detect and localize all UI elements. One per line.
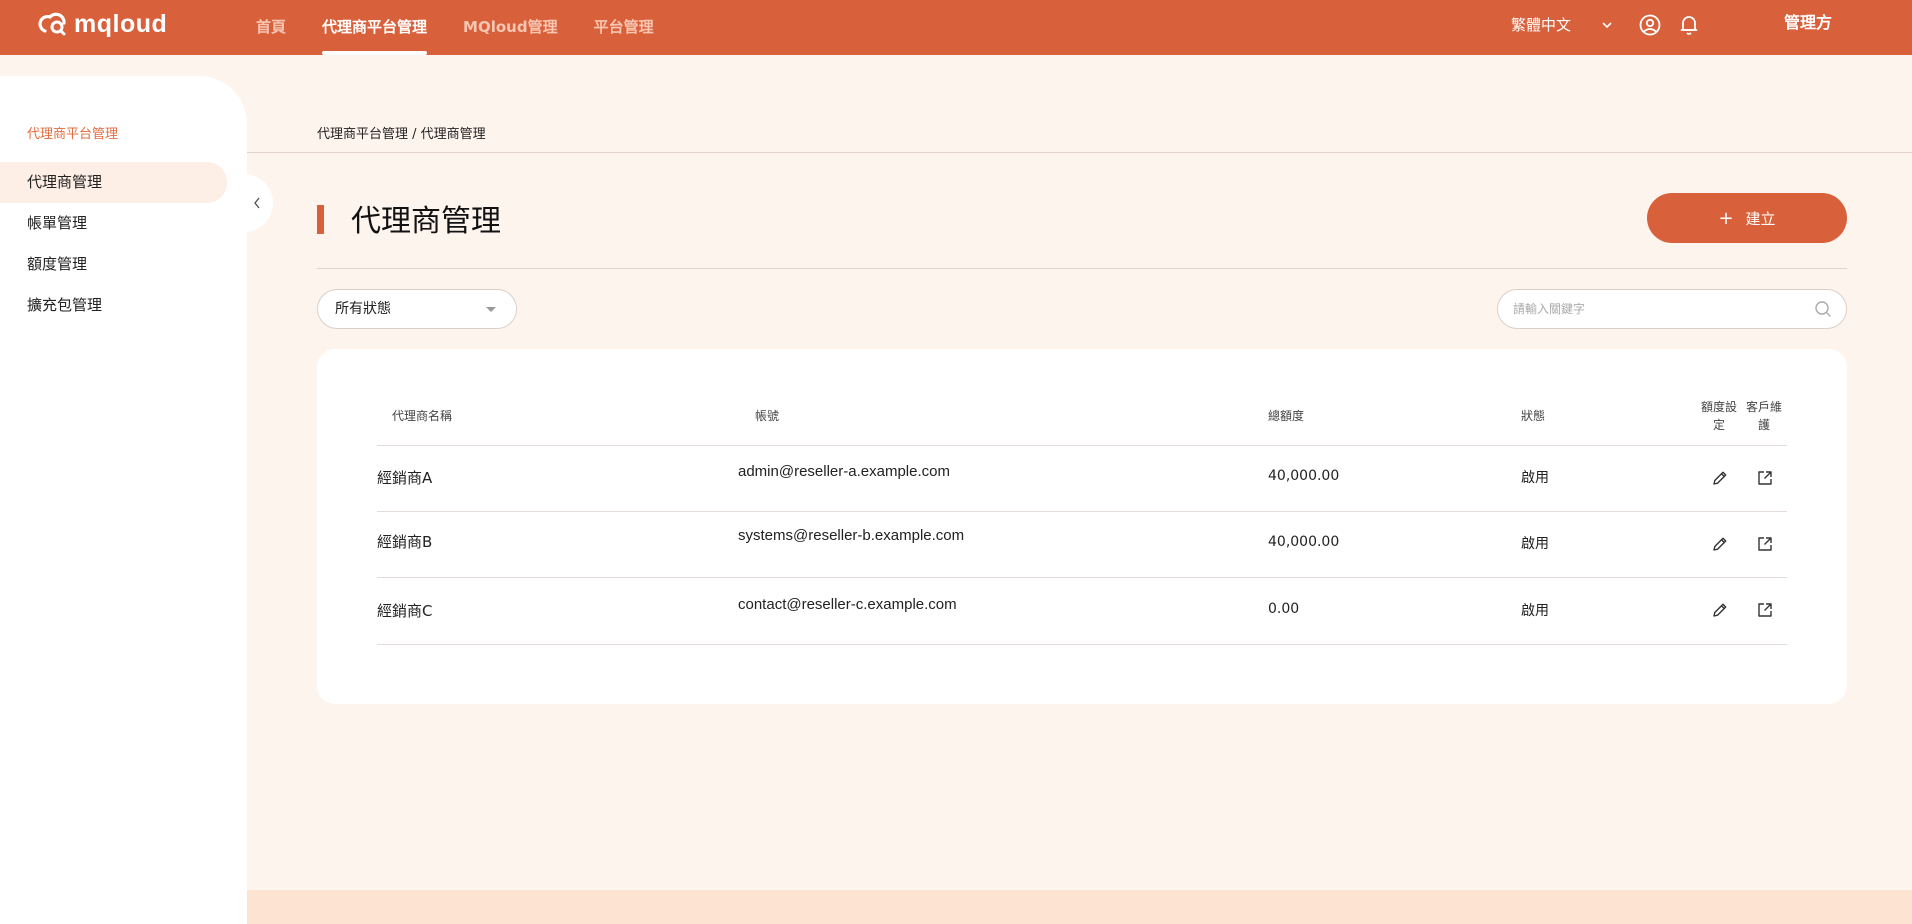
mqloud-logo[interactable]: mqloud	[36, 10, 167, 38]
row-2-name: 經銷商B	[377, 533, 433, 551]
row-1-account: admin@reseller-a.example.com	[738, 463, 950, 480]
row-1-edit-quota-icon[interactable]	[1711, 469, 1729, 491]
row-3-account: contact@reseller-c.example.com	[738, 596, 957, 613]
row-divider	[377, 511, 1787, 512]
sidebar-item-quota[interactable]: 額度管理	[0, 244, 227, 285]
breadcrumb: 代理商平台管理 / 代理商管理	[317, 127, 486, 142]
title-accent-bar	[317, 205, 324, 234]
row-2-quota: 40,000.00	[1268, 534, 1340, 550]
user-account-icon[interactable]	[1639, 14, 1661, 40]
reseller-table-card	[317, 349, 1847, 704]
search-box	[1497, 289, 1847, 329]
caret-down-icon	[486, 307, 496, 312]
status-filter-value: 所有狀態	[335, 301, 391, 317]
row-2-edit-quota-icon[interactable]	[1711, 535, 1729, 557]
notification-bell-icon[interactable]	[1679, 14, 1699, 40]
footer-strip	[247, 890, 1912, 924]
row-2-account: systems@reseller-b.example.com	[738, 527, 965, 544]
row-1-quota: 40,000.00	[1268, 468, 1340, 484]
language-selector[interactable]: 繁體中文	[1511, 14, 1613, 35]
cloud-logo-icon	[38, 12, 66, 36]
sidebar-collapse-button[interactable]	[240, 174, 273, 232]
column-header-quota-setting: 額度設定	[1700, 400, 1737, 432]
chevron-down-icon	[1602, 21, 1612, 28]
title-divider	[317, 268, 1847, 269]
row-1-open-customer-icon[interactable]	[1756, 469, 1774, 491]
nav-reseller-platform[interactable]: 代理商平台管理	[322, 0, 428, 55]
nav-platform-management[interactable]: 平台管理	[594, 0, 654, 55]
column-header-status: 狀態	[1521, 409, 1546, 423]
breadcrumb-divider	[247, 152, 1912, 153]
plus-icon: +	[1718, 207, 1734, 229]
row-2-open-customer-icon[interactable]	[1756, 535, 1774, 557]
search-icon[interactable]	[1814, 300, 1832, 318]
column-header-account: 帳號	[755, 409, 780, 423]
table-header-divider	[377, 445, 1787, 446]
row-3-name: 經銷商C	[377, 602, 433, 620]
row-3-quota: 0.00	[1268, 601, 1300, 617]
row-1-name: 經銷商A	[377, 469, 433, 487]
row-3-open-customer-icon[interactable]	[1756, 601, 1774, 623]
row-divider	[377, 644, 1787, 645]
chevron-left-icon	[253, 197, 260, 209]
row-3-edit-quota-icon[interactable]	[1711, 601, 1729, 623]
top-navbar: mqloud 首頁 代理商平台管理 MQloud管理 平台管理 繁體中文 管理方	[0, 0, 1912, 55]
row-1-status: 啟用	[1521, 470, 1549, 486]
create-button-label: 建立	[1745, 209, 1776, 228]
user-role-label[interactable]: 管理方	[1784, 9, 1832, 33]
row-divider	[377, 577, 1787, 578]
column-header-customer-maintenance: 客戶維護	[1745, 400, 1782, 432]
nav-mqloud-management[interactable]: MQloud管理	[463, 0, 558, 55]
row-3-status: 啟用	[1521, 603, 1549, 619]
main-nav: 首頁 代理商平台管理 MQloud管理 平台管理	[256, 0, 690, 55]
nav-home[interactable]: 首頁	[256, 0, 286, 55]
sidebar-section-title: 代理商平台管理	[27, 127, 119, 142]
row-2-status: 啟用	[1521, 536, 1549, 552]
language-label: 繁體中文	[1511, 16, 1572, 34]
create-button[interactable]: + 建立	[1647, 193, 1847, 243]
sidebar-item-reseller-management[interactable]: 代理商管理	[0, 162, 227, 203]
sidebar-item-billing[interactable]: 帳單管理	[0, 203, 227, 244]
sidebar: 代理商平台管理 代理商管理 帳單管理 額度管理 擴充包管理	[0, 76, 247, 924]
search-input[interactable]	[1513, 290, 1803, 328]
page-title: 代理商管理	[351, 204, 501, 239]
status-filter-select[interactable]: 所有狀態	[317, 289, 517, 329]
sidebar-item-expansion-pack[interactable]: 擴充包管理	[0, 285, 227, 326]
column-header-quota: 總額度	[1268, 409, 1305, 423]
logo-text: mqloud	[74, 9, 168, 38]
column-header-name: 代理商名稱	[392, 409, 453, 423]
